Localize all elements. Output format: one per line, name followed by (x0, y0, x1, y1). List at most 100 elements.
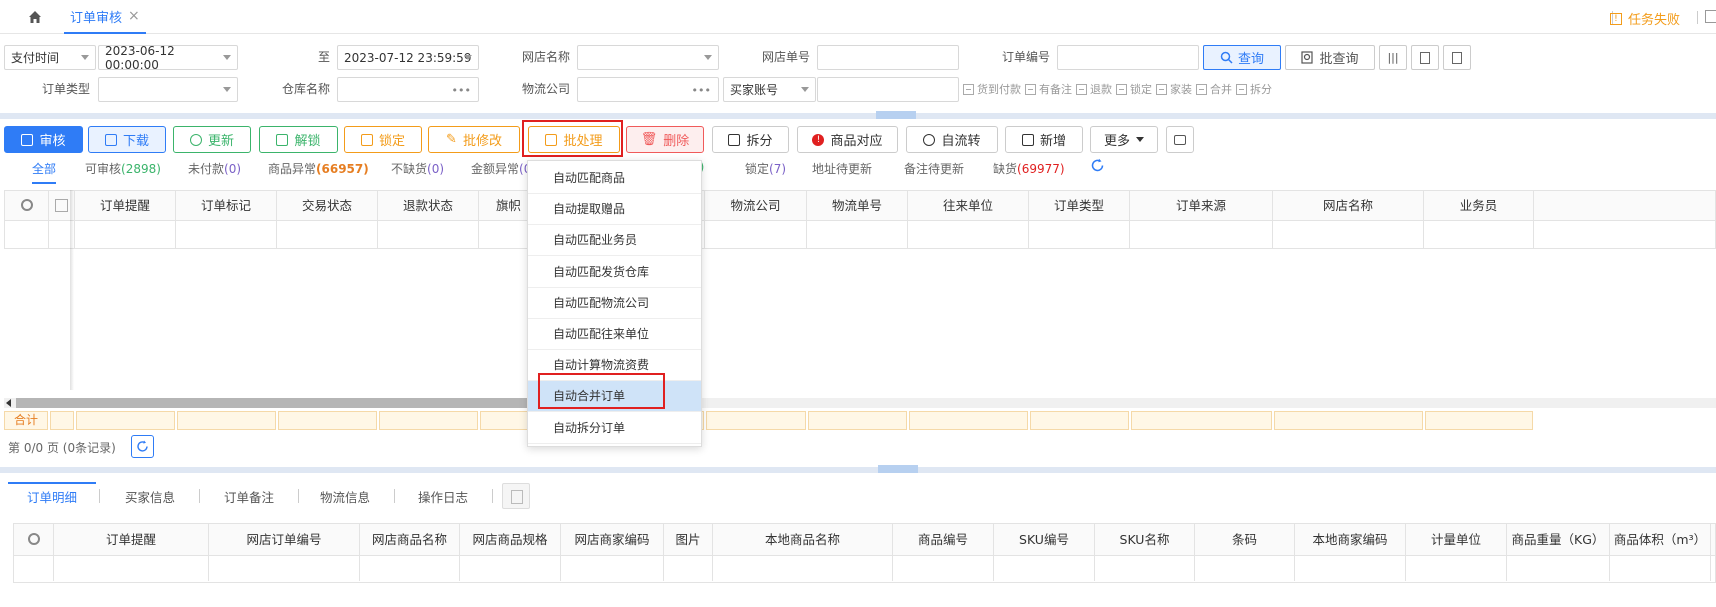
batch-menu-item[interactable]: 自动匹配商品 (528, 163, 701, 194)
home-icon[interactable] (27, 9, 43, 25)
batch-menu-item[interactable]: 自动匹配往来单位 (528, 319, 701, 350)
buyer-input[interactable] (817, 77, 959, 102)
gear-icon[interactable] (20, 199, 33, 211)
column-settings-button[interactable]: ||| (1379, 45, 1407, 70)
filter-splitter[interactable] (0, 111, 1716, 119)
filter-checkbox[interactable]: 家装 (1156, 81, 1192, 97)
grid-column-header[interactable]: 退款状态 (378, 191, 479, 220)
unlock-button[interactable]: 解锁 (259, 126, 338, 153)
scroll-left-icon[interactable] (6, 399, 11, 407)
scrollbar-thumb[interactable] (16, 398, 536, 408)
status-tab[interactable]: 地址待更新 (812, 160, 872, 177)
download-button[interactable]: 下载 (88, 126, 166, 153)
status-tab[interactable]: 锁定(7) (745, 160, 786, 177)
goods-match-button[interactable]: ! 商品对应 (797, 126, 898, 153)
detail-column-header[interactable]: SKU名称 (1095, 524, 1195, 555)
status-tab[interactable]: 可审核(2898) (85, 160, 161, 177)
detail-tab[interactable]: 订单明细 (27, 487, 77, 506)
detail-tab[interactable]: 买家信息 (125, 487, 175, 506)
filter-checkbox[interactable]: 锁定 (1116, 81, 1152, 97)
detail-column-header[interactable]: 商品体积（m³） (1610, 524, 1711, 555)
pager-refresh-button[interactable] (131, 435, 154, 458)
tab-order-review[interactable]: 订单审核 × (64, 0, 146, 34)
status-tab[interactable]: 不缺货(0) (391, 160, 444, 177)
detail-column-header[interactable]: 本地商品名称 (713, 524, 893, 555)
detail-splitter[interactable] (0, 465, 1716, 473)
batch-menu-item[interactable]: 自动匹配物流公司 (528, 288, 701, 319)
self-transfer-button[interactable]: 自流转 (906, 126, 998, 153)
print-template-button[interactable] (1411, 45, 1439, 70)
order-no-input[interactable] (1057, 45, 1199, 70)
detail-column-header[interactable]: 网店订单编号 (209, 524, 360, 555)
add-button[interactable]: 新增 (1005, 126, 1083, 153)
select-all-checkbox[interactable] (55, 199, 68, 212)
grid-settings-cell[interactable] (5, 191, 49, 220)
update-button[interactable]: 更新 (173, 126, 251, 153)
filter-checkbox[interactable]: 货到付款 (963, 81, 1021, 97)
grid-column-header[interactable]: 订单类型 (1029, 191, 1130, 220)
detail-tab[interactable]: 操作日志 (418, 487, 468, 506)
save-button[interactable] (502, 483, 530, 509)
task-fail-button[interactable]: ! 任务失败 (1609, 9, 1680, 28)
checkbox-box[interactable] (1156, 83, 1167, 95)
detail-tab[interactable]: 物流信息 (320, 487, 370, 506)
status-tab[interactable]: 缺货(69977) (993, 160, 1065, 177)
window-edge-icon[interactable] (1705, 10, 1716, 23)
lock-button[interactable]: 锁定 (344, 126, 422, 153)
shop-name-select[interactable] (577, 45, 719, 70)
status-tab[interactable]: 全部 (32, 160, 57, 184)
grid-column-header[interactable]: 订单来源 (1130, 191, 1273, 220)
batch-menu-item[interactable]: 自动匹配业务员 (528, 225, 701, 257)
grid-column-header[interactable]: 交易状态 (277, 191, 378, 220)
buyer-type-select[interactable]: 买家账号 (723, 77, 816, 102)
detail-column-header[interactable]: 商品重量（KG） (1507, 524, 1610, 555)
detail-column-header[interactable]: 计量单位 (1406, 524, 1507, 555)
detail-column-header[interactable]: 网店商家编码 (561, 524, 664, 555)
detail-column-header[interactable]: 网店商品规格 (460, 524, 561, 555)
batch-edit-button[interactable]: ✎ 批修改 (428, 126, 520, 153)
detail-settings-cell[interactable] (14, 524, 54, 555)
review-button[interactable]: 审核 (4, 126, 83, 153)
detail-column-header[interactable]: 图片 (664, 524, 713, 555)
query-button[interactable]: 查询 (1203, 45, 1281, 70)
grid-column-header[interactable]: 网店名称 (1273, 191, 1424, 220)
detail-column-header[interactable]: 条码 (1195, 524, 1295, 555)
detail-tab[interactable]: 订单备注 (224, 487, 274, 506)
checkbox-box[interactable] (1196, 83, 1207, 95)
more-button[interactable]: 更多 (1090, 126, 1158, 153)
refresh-icon[interactable] (1090, 158, 1105, 176)
status-tab[interactable]: 备注待更新 (904, 160, 964, 177)
detail-column-header[interactable]: 商品编号 (893, 524, 994, 555)
grid-column-header[interactable]: 订单标记 (176, 191, 277, 220)
logistics-picker[interactable]: ••• (577, 77, 719, 102)
status-tab[interactable]: 未付款(0) (188, 160, 241, 177)
warehouse-picker[interactable]: ••• (337, 77, 479, 102)
checkbox-box[interactable] (963, 83, 974, 95)
checkbox-box[interactable] (1076, 83, 1087, 95)
shop-order-input[interactable] (817, 45, 959, 70)
detail-column-header[interactable]: 网店商品名称 (360, 524, 460, 555)
grid-column-header[interactable]: 业务员 (1424, 191, 1534, 220)
grid-column-header[interactable]: 往来单位 (908, 191, 1029, 220)
splitter-handle[interactable] (876, 111, 916, 119)
checkbox-box[interactable] (1116, 83, 1127, 95)
status-tab[interactable]: 商品异常(66957) (268, 160, 369, 177)
gear-icon[interactable] (27, 533, 40, 545)
splitter-handle[interactable] (878, 465, 918, 473)
checkbox-box[interactable] (1236, 83, 1247, 95)
batch-menu-item[interactable]: 自动提取赠品 (528, 194, 701, 226)
delete-button[interactable]: 🗑 删除 (626, 126, 704, 153)
grid-column-header[interactable]: 订单提醒 (75, 191, 176, 220)
grid-column-header[interactable]: 物流公司 (705, 191, 807, 220)
end-time-input[interactable]: 2023-07-12 23:59:59 (337, 45, 479, 70)
horizontal-scrollbar[interactable] (4, 398, 1716, 408)
batch-query-button[interactable]: 批查询 (1285, 45, 1375, 70)
start-time-input[interactable]: 2023-06-12 00:00:00 (98, 44, 238, 72)
split-button[interactable]: 拆分 (712, 126, 789, 153)
detail-column-header[interactable]: SKU编号 (994, 524, 1095, 555)
batch-menu-item[interactable]: 自动拆分订单 (528, 413, 701, 444)
close-icon[interactable]: × (128, 8, 140, 24)
filter-checkbox[interactable]: 拆分 (1236, 81, 1272, 97)
detail-column-header[interactable]: 订单提醒 (54, 524, 209, 555)
filter-checkbox[interactable]: 退款 (1076, 81, 1112, 97)
